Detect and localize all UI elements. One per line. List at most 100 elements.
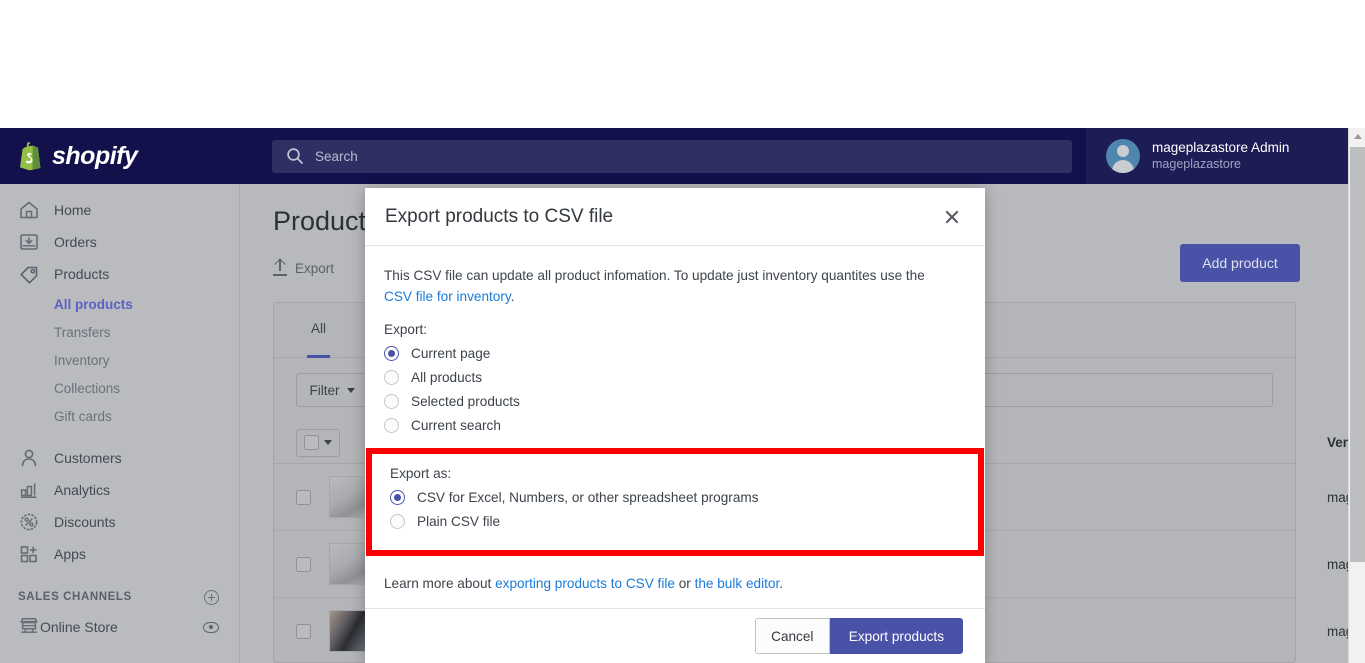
sidebar-item-gift-cards[interactable]: Gift cards: [0, 402, 239, 430]
sidebar-navigation: Home Orders Products All products Transf…: [0, 184, 240, 663]
row-vendor: mageplazastore: [1327, 489, 1348, 505]
sidebar-item-customers[interactable]: Customers: [0, 442, 239, 474]
radio-indicator[interactable]: [384, 369, 399, 385]
bulk-editor-link[interactable]: the bulk editor: [695, 576, 780, 591]
radio-all-products[interactable]: All products: [384, 365, 985, 389]
sidebar-item-apps[interactable]: Apps: [0, 538, 239, 570]
radio-current-search[interactable]: Current search: [384, 413, 985, 437]
learn-more-text: Learn more about exporting products to C…: [384, 576, 783, 591]
global-search-placeholder: Search: [315, 148, 358, 164]
modal-body: This CSV file can update all product inf…: [365, 246, 985, 437]
products-tag-icon: [18, 263, 40, 285]
global-search-input[interactable]: Search: [272, 139, 1072, 173]
shopify-logo[interactable]: shopify: [0, 128, 240, 184]
cancel-button[interactable]: Cancel: [754, 618, 830, 654]
sidebar-item-label: Analytics: [54, 482, 111, 498]
filter-dropdown-button[interactable]: Filter: [296, 373, 368, 407]
radio-indicator[interactable]: [384, 345, 399, 361]
radio-indicator[interactable]: [384, 417, 399, 433]
row-checkbox[interactable]: [296, 556, 311, 572]
page-scrollbar[interactable]: [1348, 128, 1365, 663]
chevron-up-icon: [1353, 134, 1362, 139]
add-sales-channel-icon[interactable]: [204, 589, 219, 605]
screenshot-root: shopify Search mageplazastore Admin mage…: [0, 0, 1365, 663]
export-as-highlight-box: Export as: CSV for Excel, Numbers, or ot…: [366, 448, 984, 556]
sidebar-item-home[interactable]: Home: [0, 194, 239, 226]
select-all-checkbox[interactable]: [304, 435, 319, 450]
customer-icon: [18, 447, 40, 469]
sidebar-item-orders[interactable]: Orders: [0, 226, 239, 258]
export-products-modal: Export products to CSV file This CSV fil…: [365, 188, 985, 663]
radio-label: Current page: [411, 345, 491, 361]
sidebar-item-online-store[interactable]: Online Store: [0, 610, 239, 644]
account-store-name: mageplazastore: [1152, 156, 1241, 171]
sidebar-item-all-products[interactable]: All products: [0, 290, 239, 318]
learn-more-prefix: Learn more about: [384, 576, 496, 591]
radio-indicator[interactable]: [384, 393, 399, 409]
sidebar-item-label: Home: [54, 202, 92, 218]
sidebar-item-collections[interactable]: Collections: [0, 374, 239, 402]
csv-file-for-inventory-link[interactable]: CSV file for inventory: [384, 289, 511, 304]
apps-grid-icon: [18, 543, 40, 565]
radio-plain-csv[interactable]: Plain CSV file: [390, 509, 978, 533]
filter-label: Filter: [309, 382, 340, 398]
radio-selected-products[interactable]: Selected products: [384, 389, 985, 413]
row-checkbox[interactable]: [296, 489, 311, 505]
sidebar-item-label: Discounts: [54, 514, 116, 530]
export-as-radio-group: Export as: CSV for Excel, Numbers, or ot…: [372, 454, 978, 533]
intro-part1: This CSV file can update all product inf…: [384, 268, 925, 283]
row-vendor: mageplazastore: [1327, 623, 1348, 639]
intro-part2: .: [510, 288, 515, 304]
radio-label: All products: [411, 369, 483, 385]
modal-title: Export products to CSV file: [385, 205, 614, 227]
scrollbar-thumb[interactable]: [1350, 147, 1365, 562]
radio-indicator[interactable]: [390, 489, 405, 505]
page-title: Products: [273, 206, 380, 236]
radio-label: Selected products: [411, 393, 520, 409]
shopify-wordmark: shopify: [52, 141, 138, 170]
radio-label: Plain CSV file: [417, 513, 501, 529]
exporting-products-link[interactable]: exporting products to CSV file: [495, 576, 675, 591]
row-vendor: mageplazastore: [1327, 556, 1348, 572]
sidebar-item-inventory[interactable]: Inventory: [0, 346, 239, 374]
sidebar-item-analytics[interactable]: Analytics: [0, 474, 239, 506]
chevron-down-icon: [346, 387, 355, 393]
top-navigation-bar: shopify Search mageplazastore Admin mage…: [0, 128, 1348, 184]
radio-indicator[interactable]: [390, 513, 405, 529]
storefront-icon: [18, 615, 40, 640]
sidebar-item-label: Customers: [54, 450, 122, 466]
home-icon: [18, 199, 40, 221]
upload-icon: [273, 258, 287, 276]
column-header-vendor: Vendor: [1327, 435, 1348, 450]
sidebar-item-products[interactable]: Products: [0, 258, 239, 290]
tab-all[interactable]: All: [299, 303, 338, 358]
radio-csv-for-excel[interactable]: CSV for Excel, Numbers, or other spreads…: [390, 485, 978, 509]
radio-current-page[interactable]: Current page: [384, 341, 985, 365]
export-group-label: Export:: [384, 322, 428, 338]
account-menu[interactable]: mageplazastore Admin mageplazastore: [1086, 128, 1348, 184]
sidebar-item-transfers[interactable]: Transfers: [0, 318, 239, 346]
row-checkbox[interactable]: [296, 623, 311, 639]
scroll-up-button[interactable]: [1349, 128, 1365, 145]
avatar: [1106, 139, 1140, 173]
modal-footer: Cancel Export products: [365, 608, 985, 663]
search-icon: [286, 147, 304, 165]
sidebar-item-label: Orders: [54, 234, 97, 250]
radio-label: Current search: [411, 417, 501, 433]
export-button[interactable]: Export: [273, 258, 335, 276]
sidebar-item-discounts[interactable]: Discounts: [0, 506, 239, 538]
add-product-button[interactable]: Add product: [1180, 244, 1300, 282]
close-icon[interactable]: [939, 204, 965, 230]
chevron-down-icon: [324, 440, 332, 445]
analytics-bars-icon: [18, 479, 40, 501]
modal-header: Export products to CSV file: [365, 188, 985, 246]
shopify-bag-icon: [18, 141, 44, 171]
export-products-button[interactable]: Export products: [829, 618, 963, 654]
account-text: mageplazastore Admin mageplazastore: [1152, 140, 1289, 173]
learn-more-middle: or: [674, 576, 695, 591]
preview-store-eye-icon[interactable]: [203, 621, 219, 633]
select-all-dropdown[interactable]: [296, 428, 340, 457]
sales-channels-header: SALES CHANNELS: [0, 584, 239, 610]
radio-label: CSV for Excel, Numbers, or other spreads…: [417, 489, 759, 505]
export-button-label: Export: [295, 260, 335, 276]
